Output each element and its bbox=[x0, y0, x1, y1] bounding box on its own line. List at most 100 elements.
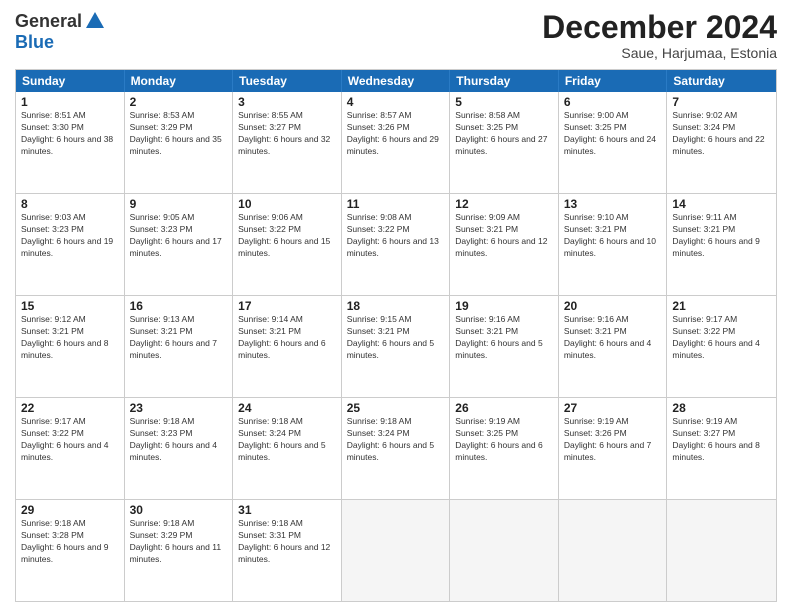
day-number: 28 bbox=[672, 401, 771, 415]
day-info: Sunrise: 9:06 AMSunset: 3:22 PMDaylight:… bbox=[238, 212, 336, 260]
calendar-cell-1-4: 12Sunrise: 9:09 AMSunset: 3:21 PMDayligh… bbox=[450, 194, 559, 295]
weekday-header-wednesday: Wednesday bbox=[342, 70, 451, 92]
weekday-header-friday: Friday bbox=[559, 70, 668, 92]
day-number: 10 bbox=[238, 197, 336, 211]
title-block: December 2024 Saue, Harjumaa, Estonia bbox=[542, 10, 777, 61]
day-number: 15 bbox=[21, 299, 119, 313]
calendar-row-2: 15Sunrise: 9:12 AMSunset: 3:21 PMDayligh… bbox=[16, 295, 776, 397]
calendar-cell-0-6: 7Sunrise: 9:02 AMSunset: 3:24 PMDaylight… bbox=[667, 92, 776, 193]
day-info: Sunrise: 9:16 AMSunset: 3:21 PMDaylight:… bbox=[564, 314, 662, 362]
day-info: Sunrise: 9:13 AMSunset: 3:21 PMDaylight:… bbox=[130, 314, 228, 362]
calendar-cell-3-5: 27Sunrise: 9:19 AMSunset: 3:26 PMDayligh… bbox=[559, 398, 668, 499]
calendar-cell-0-0: 1Sunrise: 8:51 AMSunset: 3:30 PMDaylight… bbox=[16, 92, 125, 193]
day-info: Sunrise: 9:19 AMSunset: 3:27 PMDaylight:… bbox=[672, 416, 771, 464]
day-number: 14 bbox=[672, 197, 771, 211]
day-info: Sunrise: 9:11 AMSunset: 3:21 PMDaylight:… bbox=[672, 212, 771, 260]
day-number: 25 bbox=[347, 401, 445, 415]
calendar-cell-4-2: 31Sunrise: 9:18 AMSunset: 3:31 PMDayligh… bbox=[233, 500, 342, 601]
day-number: 16 bbox=[130, 299, 228, 313]
day-number: 1 bbox=[21, 95, 119, 109]
logo: General Blue bbox=[15, 10, 106, 53]
calendar-cell-1-1: 9Sunrise: 9:05 AMSunset: 3:23 PMDaylight… bbox=[125, 194, 234, 295]
day-number: 2 bbox=[130, 95, 228, 109]
day-number: 12 bbox=[455, 197, 553, 211]
month-title: December 2024 bbox=[542, 10, 777, 45]
calendar-cell-4-0: 29Sunrise: 9:18 AMSunset: 3:28 PMDayligh… bbox=[16, 500, 125, 601]
calendar-row-0: 1Sunrise: 8:51 AMSunset: 3:30 PMDaylight… bbox=[16, 92, 776, 193]
calendar-cell-4-4 bbox=[450, 500, 559, 601]
day-info: Sunrise: 9:00 AMSunset: 3:25 PMDaylight:… bbox=[564, 110, 662, 158]
calendar-cell-2-6: 21Sunrise: 9:17 AMSunset: 3:22 PMDayligh… bbox=[667, 296, 776, 397]
day-number: 26 bbox=[455, 401, 553, 415]
day-number: 30 bbox=[130, 503, 228, 517]
calendar-cell-3-4: 26Sunrise: 9:19 AMSunset: 3:25 PMDayligh… bbox=[450, 398, 559, 499]
day-info: Sunrise: 9:16 AMSunset: 3:21 PMDaylight:… bbox=[455, 314, 553, 362]
calendar-cell-2-2: 17Sunrise: 9:14 AMSunset: 3:21 PMDayligh… bbox=[233, 296, 342, 397]
day-number: 18 bbox=[347, 299, 445, 313]
logo-general-text: General bbox=[15, 11, 82, 32]
day-number: 8 bbox=[21, 197, 119, 211]
calendar-cell-2-5: 20Sunrise: 9:16 AMSunset: 3:21 PMDayligh… bbox=[559, 296, 668, 397]
calendar-cell-2-3: 18Sunrise: 9:15 AMSunset: 3:21 PMDayligh… bbox=[342, 296, 451, 397]
day-info: Sunrise: 8:58 AMSunset: 3:25 PMDaylight:… bbox=[455, 110, 553, 158]
header: General Blue December 2024 Saue, Harjuma… bbox=[15, 10, 777, 61]
day-number: 20 bbox=[564, 299, 662, 313]
calendar-cell-0-2: 3Sunrise: 8:55 AMSunset: 3:27 PMDaylight… bbox=[233, 92, 342, 193]
calendar-cell-1-2: 10Sunrise: 9:06 AMSunset: 3:22 PMDayligh… bbox=[233, 194, 342, 295]
calendar-cell-0-4: 5Sunrise: 8:58 AMSunset: 3:25 PMDaylight… bbox=[450, 92, 559, 193]
calendar-cell-1-6: 14Sunrise: 9:11 AMSunset: 3:21 PMDayligh… bbox=[667, 194, 776, 295]
calendar-cell-2-0: 15Sunrise: 9:12 AMSunset: 3:21 PMDayligh… bbox=[16, 296, 125, 397]
day-info: Sunrise: 9:12 AMSunset: 3:21 PMDaylight:… bbox=[21, 314, 119, 362]
day-number: 24 bbox=[238, 401, 336, 415]
day-number: 27 bbox=[564, 401, 662, 415]
day-number: 31 bbox=[238, 503, 336, 517]
calendar-cell-4-3 bbox=[342, 500, 451, 601]
day-info: Sunrise: 8:53 AMSunset: 3:29 PMDaylight:… bbox=[130, 110, 228, 158]
day-info: Sunrise: 9:14 AMSunset: 3:21 PMDaylight:… bbox=[238, 314, 336, 362]
calendar-cell-3-0: 22Sunrise: 9:17 AMSunset: 3:22 PMDayligh… bbox=[16, 398, 125, 499]
calendar-cell-3-3: 25Sunrise: 9:18 AMSunset: 3:24 PMDayligh… bbox=[342, 398, 451, 499]
calendar-header: SundayMondayTuesdayWednesdayThursdayFrid… bbox=[16, 70, 776, 92]
day-number: 3 bbox=[238, 95, 336, 109]
location: Saue, Harjumaa, Estonia bbox=[542, 45, 777, 61]
day-number: 23 bbox=[130, 401, 228, 415]
day-number: 19 bbox=[455, 299, 553, 313]
calendar-cell-0-3: 4Sunrise: 8:57 AMSunset: 3:26 PMDaylight… bbox=[342, 92, 451, 193]
day-info: Sunrise: 8:57 AMSunset: 3:26 PMDaylight:… bbox=[347, 110, 445, 158]
day-info: Sunrise: 9:17 AMSunset: 3:22 PMDaylight:… bbox=[21, 416, 119, 464]
calendar-cell-0-5: 6Sunrise: 9:00 AMSunset: 3:25 PMDaylight… bbox=[559, 92, 668, 193]
day-number: 13 bbox=[564, 197, 662, 211]
day-info: Sunrise: 9:18 AMSunset: 3:23 PMDaylight:… bbox=[130, 416, 228, 464]
day-number: 7 bbox=[672, 95, 771, 109]
calendar-cell-3-6: 28Sunrise: 9:19 AMSunset: 3:27 PMDayligh… bbox=[667, 398, 776, 499]
calendar-cell-4-5 bbox=[559, 500, 668, 601]
calendar-row-4: 29Sunrise: 9:18 AMSunset: 3:28 PMDayligh… bbox=[16, 499, 776, 601]
day-number: 21 bbox=[672, 299, 771, 313]
calendar-cell-2-4: 19Sunrise: 9:16 AMSunset: 3:21 PMDayligh… bbox=[450, 296, 559, 397]
day-info: Sunrise: 9:08 AMSunset: 3:22 PMDaylight:… bbox=[347, 212, 445, 260]
weekday-header-thursday: Thursday bbox=[450, 70, 559, 92]
calendar-cell-0-1: 2Sunrise: 8:53 AMSunset: 3:29 PMDaylight… bbox=[125, 92, 234, 193]
day-info: Sunrise: 9:18 AMSunset: 3:28 PMDaylight:… bbox=[21, 518, 119, 566]
day-info: Sunrise: 9:18 AMSunset: 3:31 PMDaylight:… bbox=[238, 518, 336, 566]
calendar-cell-2-1: 16Sunrise: 9:13 AMSunset: 3:21 PMDayligh… bbox=[125, 296, 234, 397]
day-number: 6 bbox=[564, 95, 662, 109]
weekday-header-saturday: Saturday bbox=[667, 70, 776, 92]
day-info: Sunrise: 8:55 AMSunset: 3:27 PMDaylight:… bbox=[238, 110, 336, 158]
day-info: Sunrise: 9:15 AMSunset: 3:21 PMDaylight:… bbox=[347, 314, 445, 362]
day-number: 4 bbox=[347, 95, 445, 109]
day-number: 9 bbox=[130, 197, 228, 211]
logo-icon bbox=[84, 10, 106, 32]
day-number: 17 bbox=[238, 299, 336, 313]
day-number: 29 bbox=[21, 503, 119, 517]
calendar-cell-4-1: 30Sunrise: 9:18 AMSunset: 3:29 PMDayligh… bbox=[125, 500, 234, 601]
day-info: Sunrise: 9:09 AMSunset: 3:21 PMDaylight:… bbox=[455, 212, 553, 260]
day-info: Sunrise: 9:19 AMSunset: 3:25 PMDaylight:… bbox=[455, 416, 553, 464]
day-number: 11 bbox=[347, 197, 445, 211]
calendar-cell-3-1: 23Sunrise: 9:18 AMSunset: 3:23 PMDayligh… bbox=[125, 398, 234, 499]
calendar-row-3: 22Sunrise: 9:17 AMSunset: 3:22 PMDayligh… bbox=[16, 397, 776, 499]
calendar-cell-4-6 bbox=[667, 500, 776, 601]
calendar-row-1: 8Sunrise: 9:03 AMSunset: 3:23 PMDaylight… bbox=[16, 193, 776, 295]
calendar-cell-3-2: 24Sunrise: 9:18 AMSunset: 3:24 PMDayligh… bbox=[233, 398, 342, 499]
logo-blue-text: Blue bbox=[15, 32, 54, 53]
